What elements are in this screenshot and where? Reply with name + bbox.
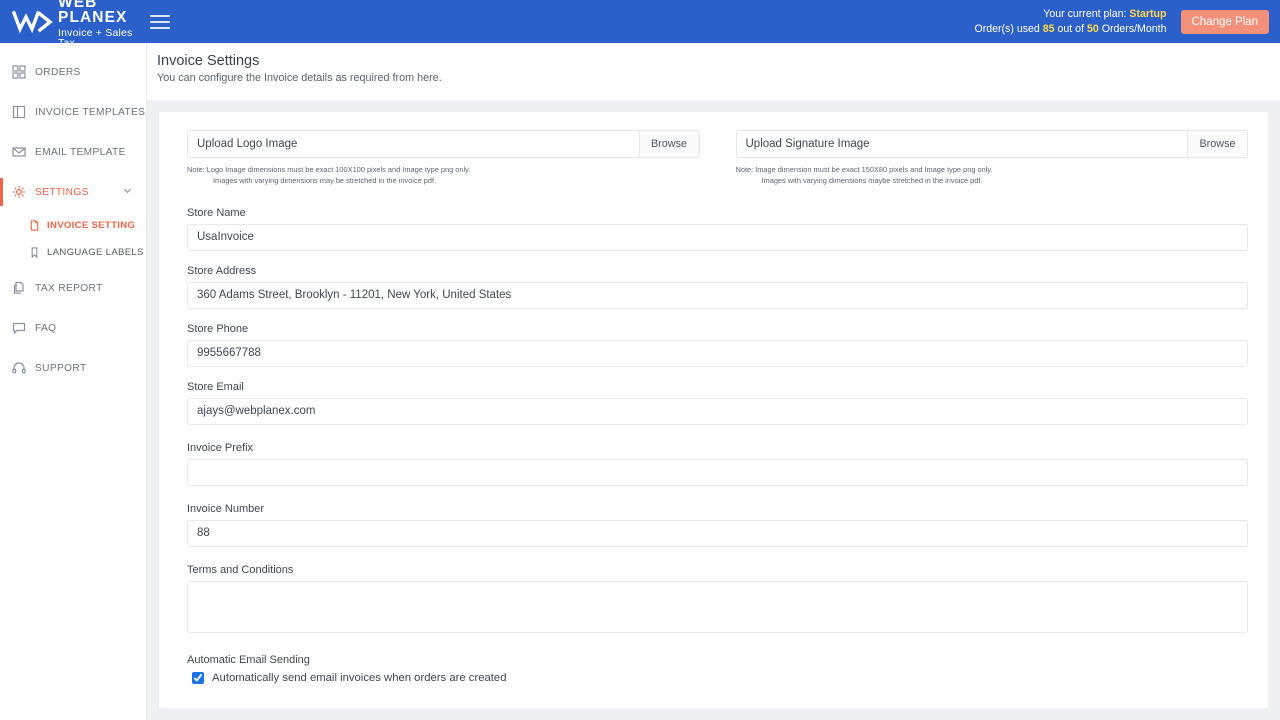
signature-upload-note: Note: Image dimension must be exact 150X… [736, 164, 1249, 187]
logo-upload-field[interactable]: Upload Logo Image Browse [187, 130, 700, 158]
sidebar-item-tax-report[interactable]: TAX REPORT [0, 272, 146, 304]
signature-note-line-1: Note: Image dimension must be exact 150X… [735, 165, 993, 174]
logo-upload-group: Upload Logo Image Browse Note: Logo Imag… [187, 130, 700, 187]
upload-row: Upload Logo Image Browse Note: Logo Imag… [187, 130, 1248, 187]
invoice-number-field-group: Invoice Number [187, 503, 1248, 547]
sidebar-item-faq[interactable]: FAQ [0, 312, 146, 344]
change-plan-button[interactable]: Change Plan [1180, 9, 1269, 34]
hamburger-bar [150, 20, 170, 23]
hamburger-bar [150, 14, 170, 17]
invoice-settings-card: Upload Logo Image Browse Note: Logo Imag… [159, 112, 1268, 708]
grid-icon [10, 64, 27, 81]
current-plan-line: Your current plan: Startup [974, 7, 1166, 21]
terms-label: Terms and Conditions [187, 563, 294, 576]
signature-upload-label: Upload Signature Image [745, 138, 870, 150]
store-address-label: Store Address [187, 264, 257, 277]
sidebar: ORDERS INVOICE TEMPLATES EMAIL TEMPLATE … [0, 43, 147, 720]
store-name-input[interactable] [187, 223, 1248, 251]
copy-files-icon [10, 280, 27, 297]
automatic-email-group: Automatic Email Sending Automatically se… [187, 654, 1248, 684]
sidebar-item-orders[interactable]: ORDERS [0, 56, 146, 88]
envelope-icon [10, 144, 27, 161]
sidebar-item-label: TAX REPORT [35, 282, 103, 294]
content-area: Upload Logo Image Browse Note: Logo Imag… [147, 100, 1280, 720]
orders-used-mid: out of [1057, 22, 1085, 35]
sidebar-item-settings[interactable]: SETTINGS [0, 176, 146, 208]
logo-upload-note: Note: Logo Image dimensions must be exac… [187, 164, 700, 187]
plan-info: Your current plan: Startup Order(s) used… [974, 7, 1280, 36]
page-title: Invoice Settings [157, 53, 260, 69]
sidebar-item-invoice-templates[interactable]: INVOICE TEMPLATES [0, 96, 146, 128]
sidebar-item-label: SETTINGS [35, 186, 89, 198]
store-address-input[interactable] [187, 281, 1248, 309]
invoice-prefix-input[interactable] [187, 458, 1248, 486]
brand-logo[interactable]: WEB PLANEX Invoice + Sales Tax [0, 0, 136, 49]
store-phone-input[interactable] [187, 339, 1248, 367]
sidebar-item-label: FAQ [35, 322, 57, 334]
store-phone-label: Store Phone [187, 322, 249, 335]
automatic-email-label: Automatic Email Sending [187, 653, 310, 666]
logo-note-line-1: Note: Logo Image dimensions must be exac… [187, 165, 471, 174]
orders-used-prefix: Order(s) used [974, 22, 1040, 35]
store-email-label: Store Email [187, 380, 244, 393]
invoice-number-label: Invoice Number [187, 502, 265, 515]
invoice-prefix-label: Invoice Prefix [187, 441, 254, 454]
sidebar-item-email-template[interactable]: EMAIL TEMPLATE [0, 136, 146, 168]
chevron-down-icon[interactable] [123, 186, 132, 198]
orders-used-count: 85 [1042, 22, 1055, 35]
store-email-input[interactable] [187, 397, 1248, 425]
top-bar: WEB PLANEX Invoice + Sales Tax Your curr… [0, 0, 1280, 48]
orders-used-line: Order(s) used 85 out of 50 Orders/Month [974, 22, 1166, 36]
store-phone-field-group: Store Phone [187, 323, 1248, 367]
hamburger-icon[interactable] [150, 14, 170, 29]
invoice-number-input[interactable] [187, 519, 1248, 547]
bookmark-icon [28, 246, 41, 259]
hamburger-bar [150, 26, 170, 29]
brand-name: WEB PLANEX [58, 0, 128, 26]
sidebar-item-invoice-setting[interactable]: INVOICE SETTING [0, 213, 146, 237]
sidebar-subitem-label: LANGUAGE LABELS [47, 246, 144, 258]
headset-icon [10, 360, 27, 377]
orders-limit: 50 [1086, 22, 1099, 35]
current-plan-prefix: Your current plan: [1043, 8, 1127, 21]
store-name-label: Store Name [187, 206, 246, 219]
chat-bubble-icon [10, 320, 27, 337]
sidebar-item-label: ORDERS [35, 66, 81, 78]
signature-upload-group: Upload Signature Image Browse Note: Imag… [735, 130, 1249, 187]
invoice-prefix-field-group: Invoice Prefix [187, 442, 1248, 486]
automatic-email-checkbox-label: Automatically send email invoices when o… [212, 671, 507, 684]
signature-browse-button[interactable]: Browse [1187, 131, 1247, 157]
logo-note-line-2: Images with varying dimensions may be st… [213, 176, 437, 186]
webplanex-logo-icon [12, 10, 53, 33]
orders-used-suffix: Orders/Month [1101, 22, 1167, 35]
automatic-email-checkbox[interactable] [192, 671, 204, 684]
sidebar-item-label: EMAIL TEMPLATE [35, 146, 126, 158]
document-icon [10, 104, 27, 121]
current-plan-name: Startup [1129, 8, 1167, 21]
terms-textarea[interactable] [187, 580, 1248, 633]
gear-icon [10, 184, 27, 201]
automatic-email-check-row: Automatically send email invoices when o… [187, 671, 1248, 684]
logo-upload-label: Upload Logo Image [197, 138, 298, 150]
sidebar-item-support[interactable]: SUPPORT [0, 352, 146, 384]
store-address-field-group: Store Address [187, 265, 1248, 309]
logo-browse-button[interactable]: Browse [638, 131, 699, 157]
sidebar-subitem-label: INVOICE SETTING [47, 219, 136, 231]
store-name-field-group: Store Name [187, 207, 1248, 251]
page-subtitle: You can configure the Invoice details as… [157, 72, 442, 84]
terms-field-group: Terms and Conditions [187, 564, 1248, 638]
page-header: Invoice Settings You can configure the I… [147, 43, 1280, 100]
sidebar-item-language-labels[interactable]: LANGUAGE LABELS [0, 240, 146, 264]
sidebar-item-label: SUPPORT [35, 362, 87, 374]
store-email-field-group: Store Email [187, 381, 1248, 425]
sidebar-item-label: INVOICE TEMPLATES [35, 106, 146, 118]
signature-upload-field[interactable]: Upload Signature Image Browse [735, 130, 1248, 158]
file-icon [28, 219, 41, 232]
signature-note-line-2: Images with varying dimensions maybe str… [761, 176, 983, 186]
